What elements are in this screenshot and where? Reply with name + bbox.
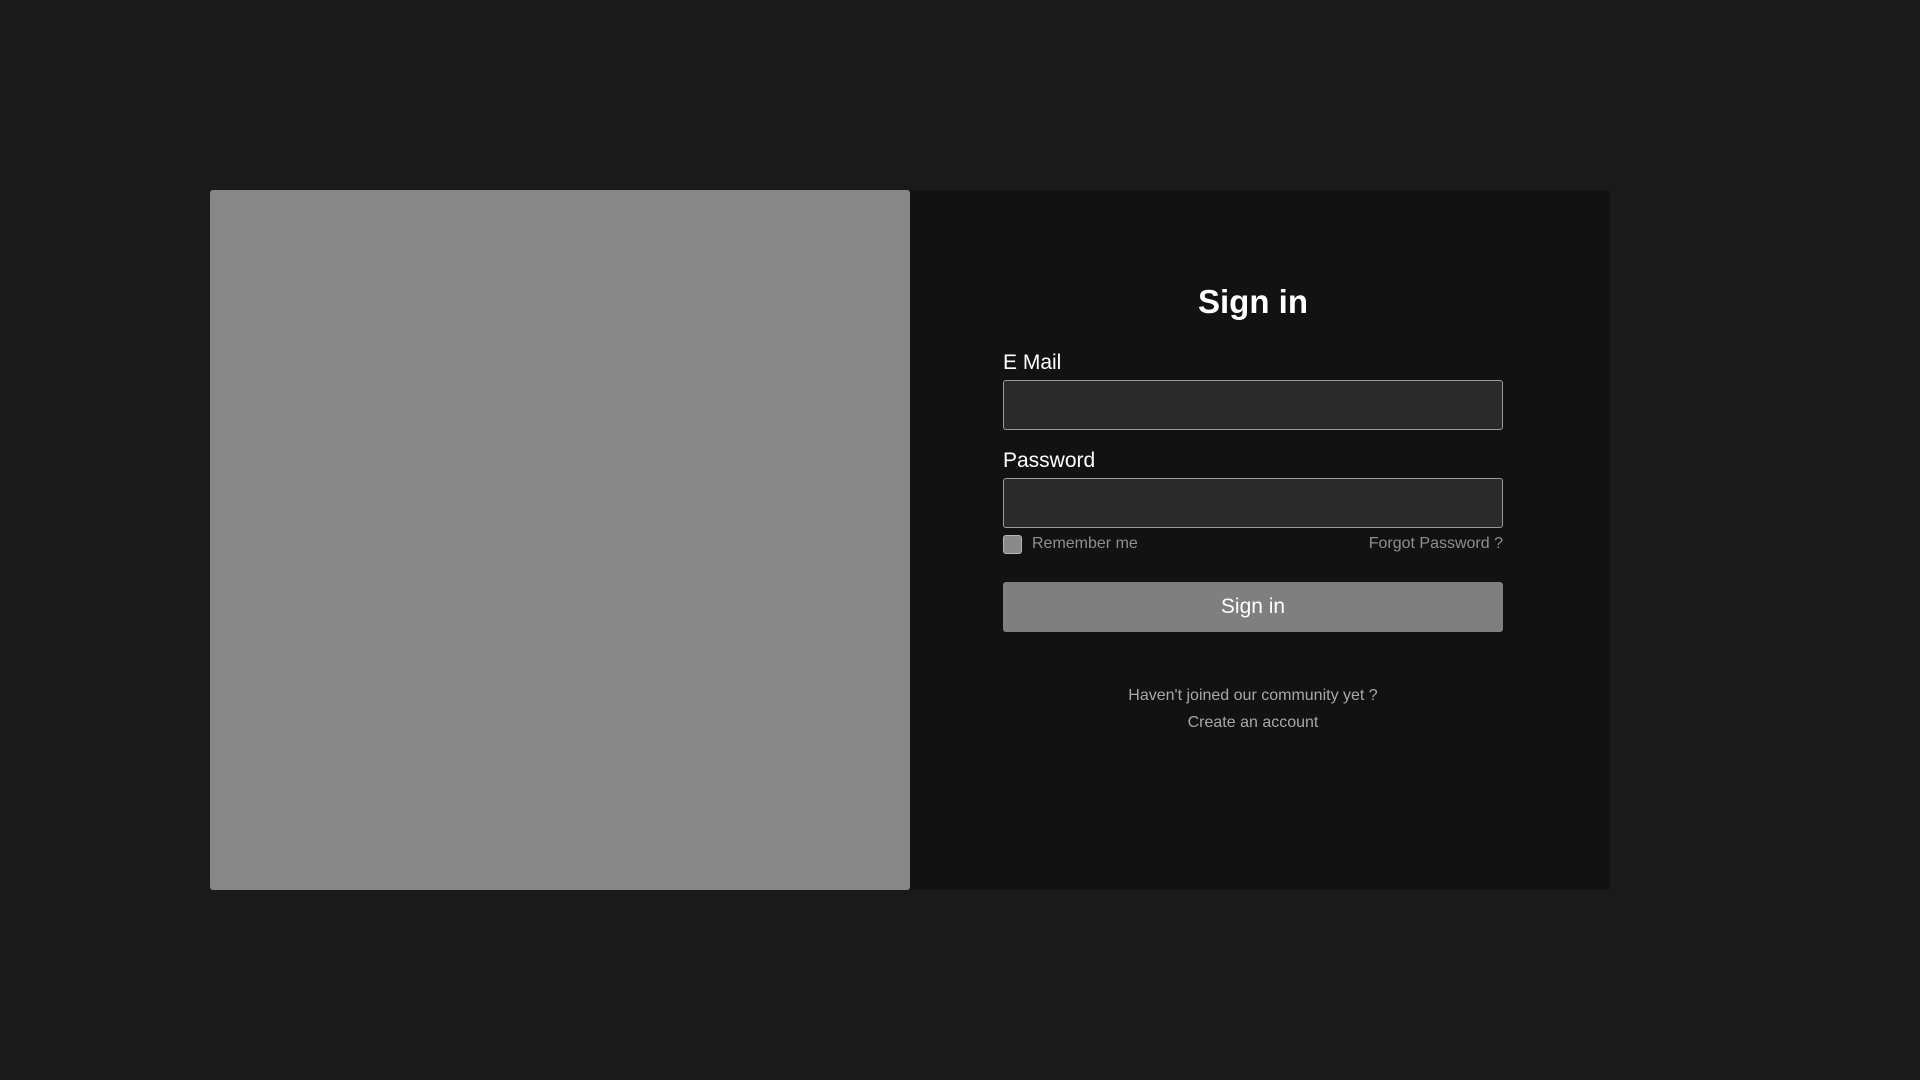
sign-in-panel: Sign in E Mail Password Remember me Forg… [910,190,1610,890]
sign-in-button[interactable]: Sign in [1003,582,1503,632]
image-placeholder [210,190,910,890]
remember-me-checkbox[interactable] [1003,534,1022,554]
email-field[interactable] [1003,380,1503,430]
join-community-prompt: Haven't joined our community yet ? [1128,687,1378,704]
password-label: Password [1003,449,1096,472]
create-account-link[interactable]: Create an account [1003,709,1503,736]
remember-me-label: Remember me [1032,535,1138,552]
sign-in-card: Sign in E Mail Password Remember me Forg… [210,190,1610,890]
forgot-password-link[interactable]: Forgot Password ? [1369,535,1503,553]
email-label: E Mail [1003,351,1062,374]
password-field[interactable] [1003,478,1503,528]
sign-in-form: Sign in E Mail Password Remember me Forg… [1003,278,1503,736]
options-row: Remember me Forgot Password ? [1003,534,1503,554]
remember-me: Remember me [1003,534,1138,554]
page-title: Sign in [1198,283,1308,320]
